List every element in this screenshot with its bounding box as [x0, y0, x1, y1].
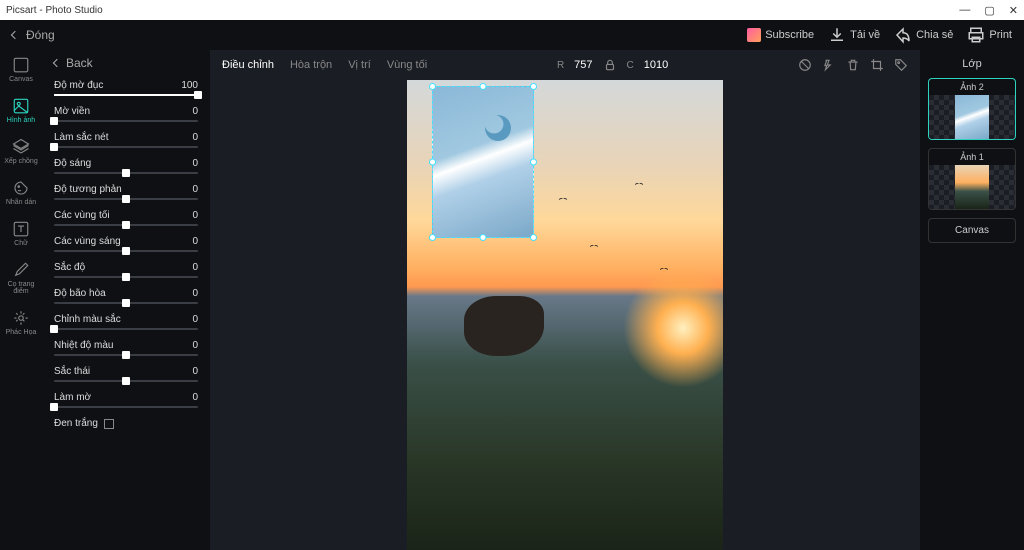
canvas-icon: [12, 56, 30, 74]
share-icon: [894, 26, 912, 44]
subscribe-button[interactable]: Subscribe: [747, 28, 814, 42]
tab-blend[interactable]: Hòa trộn: [290, 59, 332, 71]
tab-shadow[interactable]: Vùng tối: [387, 59, 427, 71]
brush-icon: [12, 261, 30, 279]
resize-handle-top-right[interactable]: [530, 83, 537, 90]
tool-sketch[interactable]: Phác Họa: [6, 309, 37, 336]
cols-label: C: [627, 60, 634, 71]
tab-position[interactable]: Vị trí: [348, 59, 371, 71]
share-button[interactable]: Chia sẻ: [894, 26, 953, 44]
subscribe-icon: [747, 28, 761, 42]
rows-label: R: [557, 60, 564, 71]
slider-saturation[interactable]: Sắc độ0: [54, 262, 198, 278]
image-icon: [12, 97, 30, 115]
slider-coloradjust[interactable]: Chỉnh màu sắc0: [54, 314, 198, 330]
resize-handle-bottom-right[interactable]: [530, 234, 537, 241]
resize-handle-bottom-left[interactable]: [429, 234, 436, 241]
share-label: Chia sẻ: [916, 29, 953, 41]
background-image[interactable]: [407, 80, 723, 550]
trash-icon[interactable]: [846, 58, 860, 72]
sticker-icon: [12, 179, 30, 197]
back-label: Back: [66, 56, 93, 70]
slider-desaturation[interactable]: Độ bão hòa0: [54, 288, 198, 304]
window-title: Picsart - Photo Studio: [6, 5, 103, 16]
fx-icon[interactable]: [822, 58, 836, 72]
resize-handle-right[interactable]: [530, 159, 537, 166]
slider-brightness[interactable]: Độ sáng0: [54, 158, 198, 174]
resize-handle-top[interactable]: [480, 83, 487, 90]
slider-shadows[interactable]: Các vùng tối0: [54, 210, 198, 226]
checkbox-icon: [104, 419, 114, 429]
back-button[interactable]: Back: [54, 56, 198, 70]
resize-handle-left[interactable]: [429, 159, 436, 166]
print-button[interactable]: Print: [967, 26, 1012, 44]
close-label: Đóng: [26, 28, 55, 42]
slider-sharpen[interactable]: Làm sắc nét0: [54, 132, 198, 148]
tool-text[interactable]: Chữ: [12, 220, 30, 247]
crop-icon[interactable]: [870, 58, 884, 72]
rows-value: 757: [574, 59, 592, 71]
layers-title: Lớp: [928, 58, 1016, 70]
resize-handle-bottom[interactable]: [480, 234, 487, 241]
chevron-left-icon: [53, 59, 61, 67]
layer-item-2[interactable]: Ảnh 2: [928, 78, 1016, 140]
tool-sticker[interactable]: Nhãn dán: [6, 179, 36, 206]
subscribe-label: Subscribe: [765, 29, 814, 41]
lock-icon[interactable]: [603, 58, 617, 72]
slider-temperature[interactable]: Nhiệt độ màu0: [54, 340, 198, 356]
tag-icon[interactable]: [894, 58, 908, 72]
slider-blur[interactable]: Làm mờ0: [54, 392, 198, 408]
download-icon: [828, 26, 846, 44]
close-button[interactable]: Đóng: [12, 28, 55, 42]
chevron-left-icon: [11, 31, 19, 39]
slider-contrast[interactable]: Độ tương phản0: [54, 184, 198, 200]
bw-label: Đen trắng: [54, 418, 98, 429]
window-titlebar: Picsart - Photo Studio — ▢ ✕: [0, 0, 1024, 20]
canvas-viewport[interactable]: [210, 80, 920, 550]
selection-overlay[interactable]: [432, 86, 534, 238]
download-button[interactable]: Tải về: [828, 26, 880, 44]
text-icon: [12, 220, 30, 238]
block-icon[interactable]: [798, 58, 812, 72]
tool-sidebar: Canvas Hình ảnh Xếp chồng Nhãn dán Chữ C…: [0, 50, 42, 550]
tool-layers[interactable]: Xếp chồng: [4, 138, 37, 165]
resize-handle-top-left[interactable]: [429, 83, 436, 90]
slider-feather[interactable]: Mờ viền0: [54, 106, 198, 122]
slider-hue[interactable]: Sắc thái0: [54, 366, 198, 382]
tool-image[interactable]: Hình ảnh: [7, 97, 35, 124]
layer-canvas-button[interactable]: Canvas: [928, 218, 1016, 243]
window-maximize-button[interactable]: ▢: [984, 4, 994, 17]
window-minimize-button[interactable]: —: [959, 4, 970, 16]
moon-icon: [485, 115, 511, 141]
layer-item-1[interactable]: Ảnh 1: [928, 148, 1016, 210]
tool-brush[interactable]: Cọ trang điểm: [0, 261, 42, 295]
slider-opacity[interactable]: Độ mờ đục100: [54, 80, 198, 96]
cols-value: 1010: [644, 59, 668, 71]
sketch-icon: [12, 309, 30, 327]
download-label: Tải về: [850, 29, 880, 41]
layers-panel: Lớp Ảnh 2 Ảnh 1 Canvas: [920, 50, 1024, 550]
adjust-panel: Back Độ mờ đục100 Mờ viền0 Làm sắc nét0 …: [42, 50, 210, 550]
bw-checkbox-row[interactable]: Đen trắng: [54, 418, 198, 429]
print-label: Print: [989, 29, 1012, 41]
tool-canvas[interactable]: Canvas: [9, 56, 33, 83]
layers-icon: [12, 138, 30, 156]
print-icon: [967, 26, 985, 44]
slider-highlights[interactable]: Các vùng sáng0: [54, 236, 198, 252]
window-close-button[interactable]: ✕: [1009, 4, 1018, 17]
tab-adjust[interactable]: Điều chỉnh: [222, 59, 274, 71]
